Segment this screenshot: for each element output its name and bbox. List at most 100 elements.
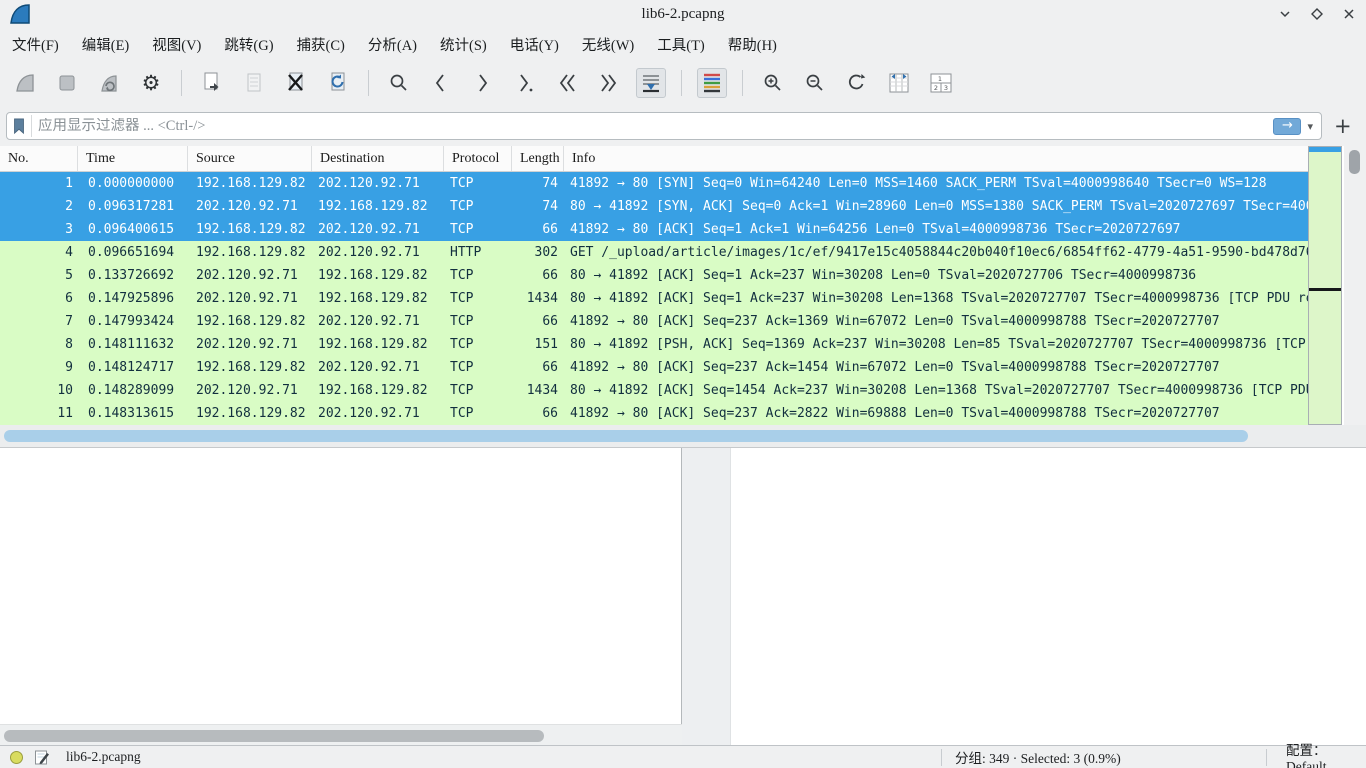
cell-time: 0.133726692 <box>78 264 188 287</box>
find-packet-button[interactable] <box>384 68 414 98</box>
cell-len: 66 <box>512 264 564 287</box>
save-file-button[interactable] <box>239 68 269 98</box>
search-icon <box>387 71 411 95</box>
packet-list-horizontal-scrollbar[interactable] <box>0 425 1366 447</box>
menu-item-6[interactable]: 统计(S) <box>438 31 489 58</box>
zoom-reset-button[interactable] <box>842 68 872 98</box>
packet-row-6[interactable]: 60.147925896202.120.92.71192.168.129.82T… <box>0 287 1308 310</box>
go-forward-button[interactable] <box>468 68 498 98</box>
minimize-button[interactable] <box>1276 5 1294 23</box>
svg-text:3: 3 <box>944 84 948 92</box>
vertical-scrollbar-thumb[interactable] <box>1349 150 1360 174</box>
packet-row-4[interactable]: 40.096651694192.168.129.82202.120.92.71H… <box>0 241 1308 264</box>
display-filter-field[interactable]: → ▾ <box>6 112 1322 140</box>
toolbar-separator <box>681 70 682 96</box>
start-capture-button[interactable] <box>10 68 40 98</box>
chevron-right-dot-icon <box>513 71 537 95</box>
open-file-icon <box>200 71 224 95</box>
auto-scroll-toggle[interactable] <box>636 68 666 98</box>
cell-info: 41892 → 80 [ACK] Seq=237 Ack=1454 Win=67… <box>564 356 1308 379</box>
close-file-icon <box>284 71 308 95</box>
first-packet-button[interactable] <box>552 68 582 98</box>
details-scrollbar-thumb[interactable] <box>4 730 544 742</box>
cell-len: 66 <box>512 402 564 425</box>
cell-no: 7 <box>0 310 78 333</box>
layout-panes-button[interactable]: 1 2 3 <box>926 68 956 98</box>
go-back-button[interactable] <box>426 68 456 98</box>
capture-comment-icon[interactable] <box>34 749 50 766</box>
column-header-no[interactable]: No. <box>0 146 78 171</box>
close-button[interactable] <box>1340 5 1358 23</box>
menu-item-4[interactable]: 捕获(C) <box>295 31 347 58</box>
filter-dropdown-caret-icon[interactable]: ▾ <box>1307 120 1313 133</box>
cell-info: 80 → 41892 [ACK] Seq=1454 Ack=237 Win=30… <box>564 379 1308 402</box>
intelligent-scrollbar-minimap[interactable] <box>1308 146 1342 425</box>
stop-capture-button[interactable] <box>52 68 82 98</box>
menu-item-5[interactable]: 分析(A) <box>366 31 419 58</box>
menu-item-3[interactable]: 跳转(G) <box>222 31 275 58</box>
double-chevron-right-icon <box>597 71 621 95</box>
packet-list-vertical-scrollbar[interactable] <box>1344 146 1366 425</box>
bookmark-icon[interactable] <box>11 117 27 135</box>
column-header-info[interactable]: Info <box>564 146 1308 171</box>
menu-item-10[interactable]: 帮助(H) <box>726 31 779 58</box>
reload-file-button[interactable] <box>323 68 353 98</box>
zoom-out-button[interactable] <box>800 68 830 98</box>
cell-info: 41892 → 80 [SYN] Seq=0 Win=64240 Len=0 M… <box>564 172 1308 195</box>
cell-src: 192.168.129.82 <box>188 356 312 379</box>
last-packet-button[interactable] <box>594 68 624 98</box>
packet-bytes-pane[interactable] <box>730 448 1366 746</box>
column-header-time[interactable]: Time <box>78 146 188 171</box>
packet-row-8[interactable]: 80.148111632202.120.92.71192.168.129.82T… <box>0 333 1308 356</box>
colorize-toggle[interactable] <box>697 68 727 98</box>
details-horizontal-scrollbar[interactable] <box>0 724 682 746</box>
go-to-packet-button[interactable] <box>510 68 540 98</box>
menu-item-7[interactable]: 电话(Y) <box>508 31 561 58</box>
capture-options-button[interactable]: ⚙ <box>136 68 166 98</box>
menu-item-0[interactable]: 文件(F) <box>10 31 61 58</box>
column-header-source[interactable]: Source <box>188 146 312 171</box>
cell-len: 1434 <box>512 379 564 402</box>
menu-item-8[interactable]: 无线(W) <box>580 31 636 58</box>
horizontal-scrollbar-thumb[interactable] <box>4 430 1248 442</box>
cell-time: 0.000000000 <box>78 172 188 195</box>
chevron-left-icon <box>429 71 453 95</box>
restart-capture-button[interactable] <box>94 68 124 98</box>
resize-columns-button[interactable] <box>884 68 914 98</box>
column-header-destination[interactable]: Destination <box>312 146 444 171</box>
packet-row-5[interactable]: 50.133726692202.120.92.71192.168.129.82T… <box>0 264 1308 287</box>
minimap-marker-line <box>1309 288 1341 291</box>
packet-row-1[interactable]: 10.000000000192.168.129.82202.120.92.71T… <box>0 172 1308 195</box>
apply-filter-button[interactable]: → <box>1273 118 1301 135</box>
cell-src: 202.120.92.71 <box>188 287 312 310</box>
double-chevron-left-icon <box>555 71 579 95</box>
cell-src: 192.168.129.82 <box>188 218 312 241</box>
packet-row-11[interactable]: 110.148313615192.168.129.82202.120.92.71… <box>0 402 1308 425</box>
zoom-in-button[interactable] <box>758 68 788 98</box>
open-file-button[interactable] <box>197 68 227 98</box>
menu-item-2[interactable]: 视图(V) <box>150 31 203 58</box>
packet-row-10[interactable]: 100.148289099202.120.92.71192.168.129.82… <box>0 379 1308 402</box>
cell-dst: 192.168.129.82 <box>312 264 444 287</box>
cell-src: 192.168.129.82 <box>188 402 312 425</box>
close-file-button[interactable] <box>281 68 311 98</box>
cell-time: 0.148124717 <box>78 356 188 379</box>
column-header-protocol[interactable]: Protocol <box>444 146 512 171</box>
cell-info: 80 → 41892 [ACK] Seq=1 Ack=237 Win=30208… <box>564 287 1308 310</box>
display-filter-input[interactable] <box>38 118 1273 135</box>
status-profile[interactable]: 配置：Default <box>1286 739 1366 768</box>
packet-row-7[interactable]: 70.147993424192.168.129.82202.120.92.71T… <box>0 310 1308 333</box>
expert-info-icon[interactable] <box>10 751 23 764</box>
cell-time: 0.147925896 <box>78 287 188 310</box>
packet-row-2[interactable]: 20.096317281202.120.92.71192.168.129.82T… <box>0 195 1308 218</box>
svg-text:2: 2 <box>934 84 938 92</box>
add-filter-button[interactable]: + <box>1334 116 1352 137</box>
menu-item-1[interactable]: 编辑(E) <box>80 31 132 58</box>
column-header-length[interactable]: Length <box>512 146 564 171</box>
packet-row-9[interactable]: 90.148124717192.168.129.82202.120.92.71T… <box>0 356 1308 379</box>
cell-info: 41892 → 80 [ACK] Seq=1 Ack=1 Win=64256 L… <box>564 218 1308 241</box>
packet-details-pane[interactable] <box>0 448 682 724</box>
menu-item-9[interactable]: 工具(T) <box>655 31 707 58</box>
maximize-button[interactable] <box>1308 5 1326 23</box>
packet-row-3[interactable]: 30.096400615192.168.129.82202.120.92.71T… <box>0 218 1308 241</box>
